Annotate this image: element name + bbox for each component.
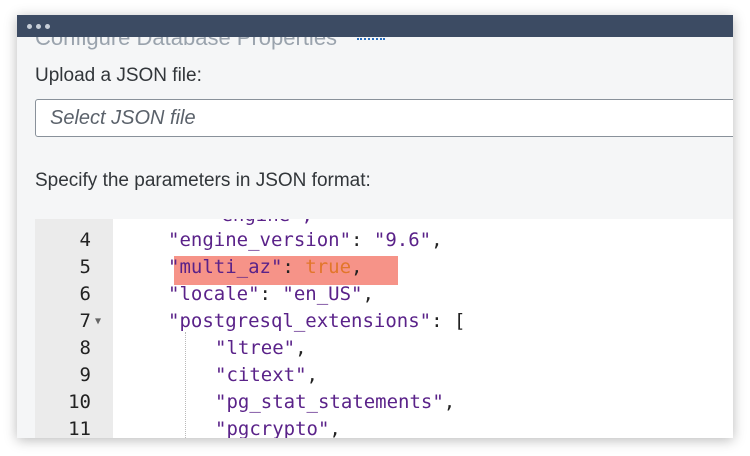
json-key: "engine_version"	[168, 229, 352, 251]
json-value: "9.6"	[373, 229, 432, 251]
dialog-heading-text: Configure Database Properties	[35, 37, 338, 50]
params-label: Specify the parameters in JSON format:	[35, 170, 371, 191]
line-number: 11	[68, 418, 91, 438]
json-array-item: "pgcrypto"	[215, 418, 330, 438]
json-array-item: "ltree"	[215, 337, 296, 359]
line-number: 5	[79, 256, 91, 278]
json-file-input[interactable]: Select JSON file	[35, 99, 733, 137]
json-separator: :	[431, 310, 454, 332]
json-boolean-value: true	[305, 256, 352, 278]
json-comma: ,	[306, 364, 318, 386]
code-line: 4 "engine_version": "9.6",	[35, 227, 733, 254]
upload-label: Upload a JSON file:	[35, 65, 202, 86]
json-key: "multi_az"	[168, 256, 283, 278]
json-comma: ,	[295, 337, 307, 359]
json-file-placeholder: Select JSON file	[50, 106, 196, 129]
line-number: 4	[79, 229, 91, 251]
json-comma: ,	[351, 256, 363, 278]
code-line: 11 "pgcrypto",	[35, 416, 733, 438]
code-line: 7 ▼ "postgresql_extensions": [	[35, 308, 733, 335]
json-separator: :	[351, 229, 374, 251]
json-comma: ,	[431, 229, 443, 251]
code-line: 9 "citext",	[35, 362, 733, 389]
dialog-window: Configure Database Properties Upload a J…	[17, 15, 733, 438]
json-separator: :	[259, 283, 283, 305]
json-array-item: "citext"	[215, 364, 307, 386]
line-number: 9	[79, 364, 91, 386]
json-key: "locale"	[168, 283, 260, 305]
json-comma: ,	[362, 283, 374, 305]
json-separator: :	[282, 256, 306, 278]
code-line: 5 "multi_az": true,	[35, 254, 733, 281]
json-value: "en_US"	[282, 283, 363, 305]
title-bar	[17, 15, 733, 37]
line-number: 6	[79, 283, 91, 305]
json-array-item: "pg_stat_statements"	[215, 391, 444, 413]
json-code-editor[interactable]: "engine", 4 "engine_version": "9.6", 5 "…	[35, 219, 733, 438]
window-control-dot[interactable]	[27, 23, 32, 29]
json-comma: ,	[329, 418, 341, 438]
json-comma: ,	[443, 391, 456, 413]
window-control-dot[interactable]	[36, 23, 41, 29]
line-number: 8	[79, 337, 91, 359]
json-key: "postgresql_extensions"	[168, 310, 432, 332]
line-number: 7	[79, 310, 91, 332]
help-link[interactable]	[357, 35, 385, 40]
code-line: 6 "locale": "en_US",	[35, 281, 733, 308]
json-array-open: [	[454, 310, 466, 332]
code-line: 8 "ltree",	[35, 335, 733, 362]
line-number: 10	[68, 391, 91, 413]
window-control-dot[interactable]	[45, 23, 50, 29]
fold-toggle-icon[interactable]: ▼	[95, 308, 101, 335]
code-line: 10 "pg_stat_statements",	[35, 389, 733, 416]
dialog-heading-clipped: Configure Database Properties	[35, 37, 595, 55]
